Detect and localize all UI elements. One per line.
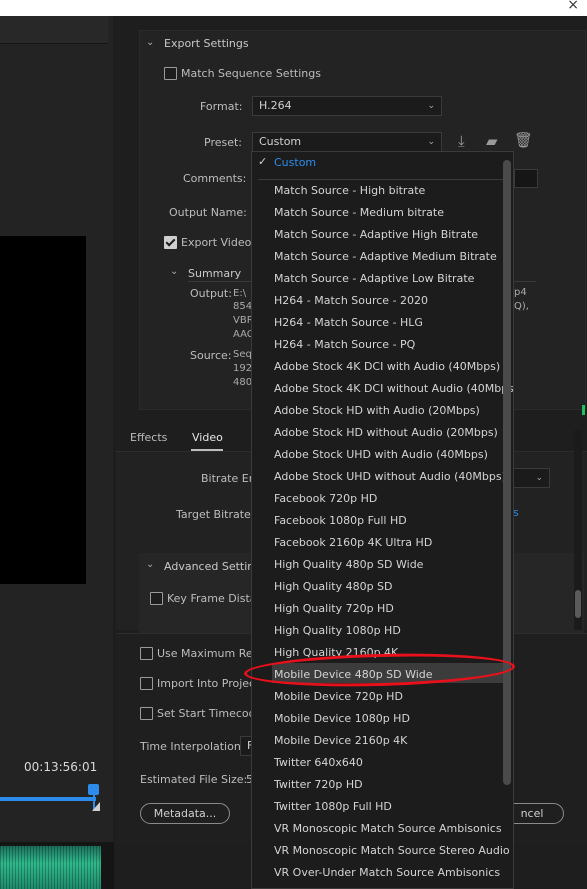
- metadata-button[interactable]: Metadata...: [140, 803, 230, 824]
- preset-option[interactable]: H264 - Match Source - PQ: [274, 334, 415, 356]
- output-summary-suffix-2: Q),: [514, 301, 529, 312]
- preset-option[interactable]: Mobile Device 1080p HD: [274, 708, 410, 730]
- preset-option[interactable]: Match Source - Adaptive Medium Bitrate: [274, 246, 497, 268]
- delete-preset-icon[interactable]: 🗑: [514, 131, 533, 149]
- match-sequence-label: Match Sequence Settings: [181, 67, 321, 80]
- preset-option[interactable]: Adobe Stock HD with Audio (20Mbps): [274, 400, 480, 422]
- bitrate-encoding-dropdown[interactable]: ⌄: [512, 468, 550, 488]
- source-summary-line-1: Seq: [233, 349, 252, 360]
- preset-option[interactable]: Mobile Device 2160p 4K: [274, 730, 407, 752]
- preset-option[interactable]: Match Source - Adaptive High Bitrate: [274, 224, 478, 246]
- preset-option[interactable]: Match Source - High bitrate: [274, 180, 425, 202]
- preset-option[interactable]: High Quality 480p SD Wide: [274, 554, 423, 576]
- status-indicator: [582, 405, 585, 415]
- format-dropdown[interactable]: H.264 ⌄: [252, 96, 442, 116]
- preset-option[interactable]: VR Monoscopic Match Source Stereo Audio: [274, 840, 510, 862]
- preset-option[interactable]: Twitter 720p HD: [274, 774, 363, 796]
- tab-effects[interactable]: Effects: [130, 431, 167, 444]
- preset-option[interactable]: VR Over-Under Match Source Ambisonics: [274, 862, 500, 884]
- preset-option[interactable]: Facebook 1080p Full HD: [274, 510, 407, 532]
- preset-option[interactable]: Mobile Device 720p HD: [274, 686, 403, 708]
- preset-option[interactable]: Twitter 1080p Full HD: [274, 796, 392, 818]
- preset-option[interactable]: Facebook 720p HD: [274, 488, 377, 510]
- source-summary-line-2: 192: [233, 363, 253, 374]
- preset-option[interactable]: H264 - Match Source - HLG: [274, 312, 423, 334]
- preset-option[interactable]: Adobe Stock 4K DCI without Audio (40Mbps…: [274, 378, 513, 400]
- preset-label: Preset:: [204, 136, 243, 149]
- import-preset-icon[interactable]: ▰: [486, 132, 498, 150]
- use-max-render-checkbox[interactable]: [140, 647, 153, 660]
- preset-value: Custom: [259, 135, 302, 148]
- comments-label: Comments:: [183, 172, 247, 185]
- output-summary-line-2: 854: [233, 301, 253, 312]
- time-interpolation-label: Time Interpolation:: [140, 740, 245, 753]
- set-start-timecode-label: Set Start Timecode: [157, 707, 263, 720]
- advanced-settings-title: Advanced Setting: [164, 560, 262, 573]
- target-bitrate-label: Target Bitrate [: [176, 508, 259, 521]
- comments-input[interactable]: [514, 169, 538, 188]
- preset-menu-scrollbar[interactable]: [503, 160, 511, 785]
- format-value: H.264: [259, 99, 292, 112]
- output-name-label: Output Name:: [169, 206, 247, 219]
- import-into-project-checkbox[interactable]: [140, 677, 153, 690]
- preset-option[interactable]: High Quality 480p SD: [274, 576, 393, 598]
- trim-marker-icon[interactable]: [92, 802, 100, 811]
- keyframe-distance-checkbox[interactable]: [150, 592, 163, 605]
- import-into-project-label: Import Into Project: [157, 677, 260, 690]
- export-video-label: Export Video: [181, 236, 252, 249]
- preset-option[interactable]: Adobe Stock UHD without Audio (40Mbps): [274, 466, 506, 488]
- timeline-progress-bar[interactable]: [0, 797, 96, 801]
- preset-option[interactable]: High Quality 720p HD: [274, 598, 394, 620]
- preset-option-custom[interactable]: Custom: [274, 152, 316, 174]
- set-start-timecode-checkbox[interactable]: [140, 707, 153, 720]
- source-summary-line-3: 480: [233, 377, 253, 388]
- output-summary-line-1: E:\: [233, 288, 247, 299]
- keyframe-distance-label: Key Frame Dista: [167, 592, 257, 605]
- chevron-down-icon: ⌄: [535, 473, 543, 483]
- source-summary-label: Source:: [190, 349, 232, 362]
- chevron-down-icon: ⌄: [427, 101, 435, 111]
- preset-dropdown-menu: ✓ Custom Match Source - High bitrate Matc…: [251, 151, 514, 889]
- preset-option[interactable]: High Quality 1080p HD: [274, 620, 401, 642]
- preset-option[interactable]: Adobe Stock 4K DCI with Audio (40Mbps): [274, 356, 500, 378]
- chevron-down-icon: ⌄: [427, 137, 435, 147]
- export-settings-title: Export Settings: [164, 37, 249, 50]
- chevron-down-icon[interactable]: ⌄: [146, 559, 154, 570]
- output-summary-label: Output:: [190, 287, 232, 300]
- bitrate-encoding-label: Bitrate En: [201, 472, 256, 485]
- chevron-down-icon[interactable]: ⌄: [146, 37, 154, 48]
- export-video-checkbox[interactable]: [164, 236, 177, 249]
- video-preview: [0, 236, 86, 584]
- estimated-file-size-label: Estimated File Size:: [140, 773, 248, 786]
- preset-option[interactable]: Facebook 2160p 4K Ultra HD: [274, 532, 432, 554]
- preset-option[interactable]: Match Source - Medium bitrate: [274, 202, 444, 224]
- timecode: 00:13:56:01: [24, 760, 98, 774]
- format-label: Format:: [200, 100, 243, 113]
- summary-title: Summary: [188, 267, 242, 280]
- checkmark-icon: ✓: [258, 155, 268, 168]
- tab-video[interactable]: Video: [192, 431, 223, 444]
- output-summary-suffix-1: p4: [514, 287, 527, 298]
- preset-option[interactable]: VR Monoscopic Match Source Ambisonics: [274, 818, 502, 840]
- preset-dropdown[interactable]: Custom ⌄: [252, 132, 442, 152]
- match-sequence-checkbox[interactable]: [164, 67, 177, 80]
- chevron-down-icon[interactable]: ⌄: [170, 266, 178, 277]
- settings-scrollbar-thumb[interactable]: [575, 590, 581, 618]
- save-preset-icon[interactable]: ⤓: [458, 132, 465, 150]
- window-titlebar: [0, 0, 587, 16]
- program-monitor-header: [0, 16, 108, 44]
- preset-option[interactable]: Adobe Stock HD without Audio (20Mbps): [274, 422, 498, 444]
- close-icon[interactable]: ×: [567, 0, 579, 13]
- preset-option[interactable]: Twitter 640x640: [274, 752, 363, 774]
- waveform-texture: [0, 846, 101, 889]
- active-tab-underline: [191, 449, 223, 451]
- use-max-render-label: Use Maximum Ren: [157, 647, 260, 660]
- preset-option[interactable]: H264 - Match Source - 2020: [274, 290, 428, 312]
- preset-option[interactable]: Adobe Stock UHD with Audio (40Mbps): [274, 444, 488, 466]
- preset-option[interactable]: Match Source - Adaptive Low Bitrate: [274, 268, 474, 290]
